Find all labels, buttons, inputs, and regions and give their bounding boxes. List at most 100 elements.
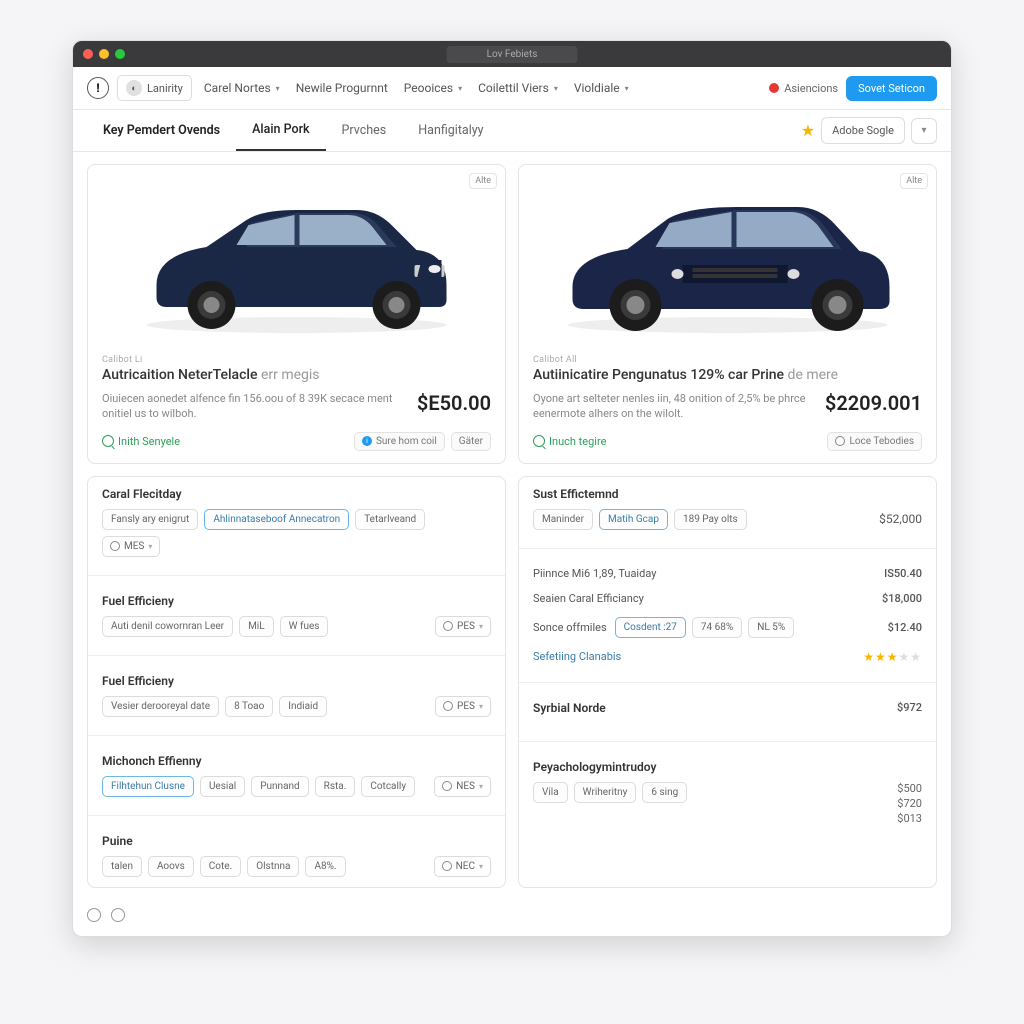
filter-chip[interactable]: Punnand [251,776,308,797]
footer [73,900,951,936]
nav-item-2[interactable]: Peooices [400,79,466,97]
section-header: Sust Effictemnd [533,487,922,501]
filter-chip[interactable]: Matih Gcap [599,509,668,530]
maximize-icon[interactable] [115,49,125,59]
filter-chip[interactable]: Vila [533,782,568,803]
tab-hanifigitaly[interactable]: Hanfigitalyy [402,111,499,150]
action-dropdown[interactable]: Adobe Sogle [821,117,905,144]
window-controls [83,49,125,59]
filter-chip[interactable]: 74 68% [692,617,742,638]
section-header: Caral Flecitday [102,487,491,501]
card-title: Autiinicatire Pengunatus 129% car Prine … [533,367,922,383]
search-icon [102,435,114,447]
logo-icon[interactable]: ! [87,77,109,99]
filter-chip[interactable]: Maninder [533,509,593,530]
tab-alain-pork[interactable]: Alain Pork [236,110,325,151]
filter-chip[interactable]: Ahlinnataseboof Annecatron [204,509,349,530]
card-overline: Calibot All [533,355,922,365]
card-price: $E50.00 [417,391,491,415]
car-card: Alte [518,164,937,464]
filter-chip[interactable]: Fansly ary enigrut [102,509,198,530]
filter-chip[interactable]: W fues [280,616,329,637]
filter-chip[interactable]: NL 5% [748,617,794,638]
nav-item-3[interactable]: Coilettil Viers [474,79,562,97]
filter-chip[interactable]: Cotcally [361,776,415,797]
filter-chip[interactable]: Olstnna [247,856,299,877]
titlebar: Lov Febiets [73,41,951,67]
quick-link[interactable]: Inuch tegire [533,435,606,448]
spec-row: Sonce offmiles Cosdent :27 74 68% NL 5% … [533,611,922,644]
card-price: $2209.001 [825,391,922,415]
section-header: Peyachologymintrudoy [533,760,922,774]
filter-chip[interactable]: Cosdent :27 [615,617,686,638]
filter-chip[interactable]: 6 sing [642,782,687,803]
filter-chip[interactable]: Uesial [200,776,245,797]
tab-key-overview[interactable]: Key Pemdert Ovends [87,111,236,150]
search-icon [533,435,545,447]
app-window: Lov Febiets ! ◐ Lanirity Carel Nortes Ne… [72,40,952,937]
filter-chip[interactable]: Indiaid [279,696,327,717]
unit-dropdown[interactable]: NEC▾ [434,856,491,877]
spec-row: Piinnce Mi6 1,89, Tuaiday IS50.40 [533,561,922,586]
tab-bar: Key Pemdert Ovends Alain Pork Prvches Ha… [73,110,951,152]
filter-chip[interactable]: Tetarlveand [355,509,425,530]
section-header: Michonch Effienny [102,754,491,768]
gear-icon [442,781,452,791]
section-header: Fuel Efficieny [102,594,491,608]
filter-chip[interactable]: Aoovs [148,856,194,877]
brand-label: Lanirity [147,82,183,95]
value-stack: $500 $720 $013 [897,782,922,825]
card-action-chip[interactable]: i Sure hom coil [354,432,445,451]
gear-icon [443,621,453,631]
close-icon[interactable] [83,49,93,59]
card-action-chip[interactable]: Loce Tebodies [827,432,922,451]
filter-chip[interactable]: Filhtehun Clusne [102,776,194,797]
history-icon[interactable] [111,908,125,922]
card-action-chip[interactable]: Gäter [451,432,491,451]
spec-row: Sefetiing Clanabis ★★★★★ [533,644,922,670]
navbar: ! ◐ Lanirity Carel Nortes Newile Progurn… [73,67,951,110]
refresh-icon[interactable] [87,908,101,922]
info-icon: i [362,436,372,446]
filter-chip[interactable]: Auti denil cowornran Leer [102,616,233,637]
gear-icon [835,436,845,446]
card-description: Oyone art selteter nenles iin, 48 onitio… [533,391,817,422]
filter-chip[interactable]: 189 Pay olts [674,509,747,530]
filter-chip[interactable]: Wriheritny [574,782,637,803]
card-badge: Alte [469,173,497,189]
filter-chip[interactable]: Cote. [200,856,241,877]
star-icon[interactable]: ★ [801,121,815,140]
brand-dropdown[interactable]: ◐ Lanirity [117,75,192,101]
card-badge: Alte [900,173,928,189]
unit-dropdown[interactable]: MES▾ [102,536,160,557]
gear-icon [110,541,120,551]
nav-item-0[interactable]: Carel Nortes [200,79,284,97]
nav-item-1[interactable]: Newile Progurnnt [292,79,392,97]
unit-dropdown[interactable]: PES▾ [435,616,491,637]
unit-dropdown[interactable]: NES▾ [434,776,491,797]
filter-chip[interactable]: 8 Toao [225,696,273,717]
star-rating: ★★★★★ [863,650,922,664]
filter-chip[interactable]: A8%. [305,856,345,877]
avatar-icon: ◐ [126,80,142,96]
url-bar[interactable]: Lov Febiets [447,46,578,63]
car-illustration-icon [88,165,505,345]
minimize-icon[interactable] [99,49,109,59]
filter-chip[interactable]: Rsta. [315,776,356,797]
gear-icon [443,701,453,711]
tab-prvches[interactable]: Prvches [326,111,403,150]
nav-item-4[interactable]: Violdiale [570,79,633,97]
car-image: Alte [88,165,505,345]
more-dropdown[interactable]: ▾ [911,118,937,144]
filter-chip[interactable]: talen [102,856,142,877]
card-overline: Calibot Li [102,355,491,365]
section-value: $52,000 [879,512,922,526]
primary-cta-button[interactable]: Sovet Seticon [846,76,937,101]
unit-dropdown[interactable]: PES▾ [435,696,491,717]
spec-row: Seaien Caral Efficiancy $18,000 [533,586,922,611]
alerts-link[interactable]: Asiencions [769,82,838,95]
filter-chip[interactable]: Vesier derooreyal date [102,696,219,717]
quick-link[interactable]: Inith Senyele [102,435,180,448]
section-header: Syrbial Norde $972 [533,701,922,715]
filter-chip[interactable]: MiL [239,616,274,637]
